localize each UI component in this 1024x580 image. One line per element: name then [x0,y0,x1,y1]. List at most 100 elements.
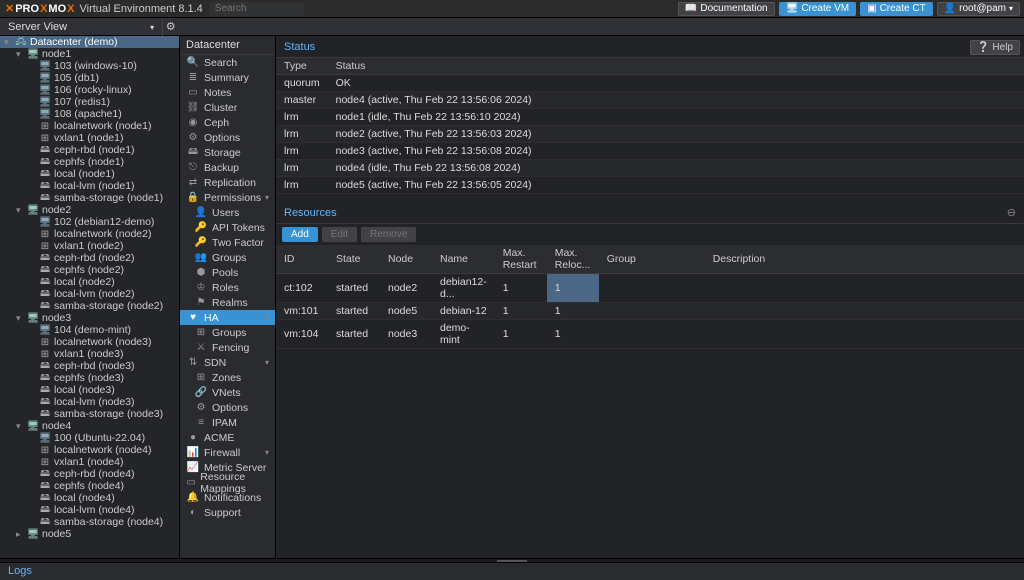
view-settings-button[interactable]: ⚙ [162,18,178,36]
tree-item[interactable]: 🖴local (node4) [0,492,179,504]
tree-item[interactable]: ⊞vxlan1 (node1) [0,132,179,144]
menu-item-storage[interactable]: 🖴Storage [180,145,275,160]
tree-item[interactable]: 🖴cephfs (node1) [0,156,179,168]
tree-item[interactable]: 🖴local-lvm (node4) [0,504,179,516]
menu-item-resource-mappings[interactable]: ▭Resource Mappings [180,475,275,490]
tree-item[interactable]: ⊞vxlan1 (node3) [0,348,179,360]
tree-item[interactable]: 🖴ceph-rbd (node4) [0,468,179,480]
col-header[interactable]: State [328,245,380,274]
menu-item-roles[interactable]: ♔Roles [180,280,275,295]
tree-item[interactable]: 🖥108 (apache1) [0,108,179,120]
menu-item-fencing[interactable]: ⚔Fencing [180,340,275,355]
tree-item[interactable]: ▸🖥node5 [0,528,179,540]
tree-item[interactable]: 🖴cephfs (node4) [0,480,179,492]
tree-item[interactable]: ▾🖥node3 [0,312,179,324]
menu-item-support[interactable]: ◐Support [180,505,275,520]
table-row[interactable]: vm:104startednode3demo-mint11 [276,320,1024,349]
tree-item[interactable]: 🖥107 (redis1) [0,96,179,108]
menu-item-firewall[interactable]: 📊Firewall▾ [180,445,275,460]
tree-item[interactable]: 🖴samba-storage (node3) [0,408,179,420]
col-header[interactable]: Group [599,245,705,274]
tree-item[interactable]: ⊞localnetwork (node4) [0,444,179,456]
tree-item[interactable]: ▾🖥node4 [0,420,179,432]
tree-item[interactable]: 🖥102 (debian12-demo) [0,216,179,228]
tree-item[interactable]: 🖴ceph-rbd (node3) [0,360,179,372]
menu-item-realms[interactable]: ⚑Realms [180,295,275,310]
menu-item-groups[interactable]: ⊞Groups [180,325,275,340]
tree-item[interactable]: 🖴ceph-rbd (node2) [0,252,179,264]
create-ct-button[interactable]: ▣Create CT [860,2,933,16]
edit-button[interactable]: Edit [322,227,357,242]
menu-item-ha[interactable]: ♥HA▾ [180,310,275,325]
collapse-icon[interactable]: ⊖ [1007,206,1016,219]
tree-item[interactable]: 🖥100 (Ubuntu-22.04) [0,432,179,444]
col-header[interactable]: Node [380,245,432,274]
menu-item-summary[interactable]: ≣Summary [180,70,275,85]
tree-item[interactable]: 🖴local (node3) [0,384,179,396]
search-input[interactable] [209,2,304,16]
tree-item[interactable]: ▾🖧Datacenter (demo) [0,36,179,48]
remove-button[interactable]: Remove [361,227,416,242]
menu-item-api-tokens[interactable]: 🔑API Tokens [180,220,275,235]
menu-item-groups[interactable]: 👥Groups [180,250,275,265]
tree-item[interactable]: ⊞localnetwork (node3) [0,336,179,348]
menu-item-ipam[interactable]: ≡IPAM [180,415,275,430]
logs-bar[interactable]: Logs [0,562,1024,580]
create-vm-button[interactable]: 🖥Create VM [779,2,857,16]
tree-item[interactable]: ⊞vxlan1 (node2) [0,240,179,252]
resources-table[interactable]: IDStateNodeNameMax. RestartMax. Reloc...… [276,245,1024,349]
resource-tree[interactable]: ▾🖧Datacenter (demo)▾🖥node1🖥103 (windows-… [0,36,180,558]
tree-item[interactable]: 🖴cephfs (node3) [0,372,179,384]
menu-item-acme[interactable]: ●ACME [180,430,275,445]
tree-item[interactable]: 🖴samba-storage (node1) [0,192,179,204]
add-button[interactable]: Add [282,227,318,242]
menu-item-notes[interactable]: ▭Notes [180,85,275,100]
menu-item-vnets[interactable]: 🔗VNets [180,385,275,400]
tree-item[interactable]: ⊞localnetwork (node1) [0,120,179,132]
tree-item[interactable]: 🖥103 (windows-10) [0,60,179,72]
menu-item-zones[interactable]: ⊞Zones [180,370,275,385]
table-row[interactable]: vm:101startednode5debian-1211 [276,303,1024,320]
col-header[interactable]: Description [705,245,1024,274]
col-header[interactable]: Max. Reloc... [547,245,599,274]
menu-item-two-factor[interactable]: 🔑Two Factor [180,235,275,250]
help-button[interactable]: ❔ Help [970,40,1020,55]
documentation-button[interactable]: 📖Documentation [678,2,775,16]
menu-item-notifications[interactable]: 🔔Notifications [180,490,275,505]
menu-item-sdn[interactable]: ⇅SDN▾ [180,355,275,370]
tree-item[interactable]: ▾🖥node1 [0,48,179,60]
col-header[interactable]: Max. Restart [495,245,547,274]
tree-item[interactable]: 🖴local-lvm (node2) [0,288,179,300]
menu-item-users[interactable]: 👤Users [180,205,275,220]
tree-item[interactable]: ▾🖥node2 [0,204,179,216]
tree-item[interactable]: 🖴local (node1) [0,168,179,180]
menu-item-permissions[interactable]: 🔒Permissions▾ [180,190,275,205]
menu-item-pools[interactable]: ⬢Pools [180,265,275,280]
tree-item[interactable]: 🖴ceph-rbd (node1) [0,144,179,156]
col-header[interactable]: ID [276,245,328,274]
tree-item[interactable]: 🖥104 (demo-mint) [0,324,179,336]
tree-item[interactable]: 🖴local (node2) [0,276,179,288]
col-header[interactable]: Name [432,245,495,274]
user-menu-button[interactable]: 👤root@pam ▾ [937,2,1020,16]
config-menu[interactable]: Datacenter 🔍Search≣Summary▭Notes⛓Cluster… [180,36,276,558]
tree-item[interactable]: 🖴samba-storage (node4) [0,516,179,528]
tree-item[interactable]: 🖥106 (rocky-linux) [0,84,179,96]
menu-item-ceph[interactable]: ◉Ceph [180,115,275,130]
tree-item[interactable]: 🖴local-lvm (node3) [0,396,179,408]
tree-item[interactable]: ⊞vxlan1 (node4) [0,456,179,468]
tree-item[interactable]: 🖴local-lvm (node1) [0,180,179,192]
menu-item-replication[interactable]: ⇄Replication [180,175,275,190]
tree-item[interactable]: 🖴samba-storage (node2) [0,300,179,312]
tree-item[interactable]: 🖴cephfs (node2) [0,264,179,276]
table-row[interactable]: ct:102startednode2debian12-d...11 [276,274,1024,303]
menu-item-cluster[interactable]: ⛓Cluster [180,100,275,115]
menu-item-options[interactable]: ⚙Options [180,130,275,145]
menu-item-options[interactable]: ⚙Options [180,400,275,415]
server-view-dropdown[interactable]: Server View ▾ [0,19,162,35]
chevron-down-icon: ▾ [1009,4,1013,13]
menu-item-search[interactable]: 🔍Search [180,55,275,70]
tree-item[interactable]: ⊞localnetwork (node2) [0,228,179,240]
tree-item[interactable]: 🖥105 (db1) [0,72,179,84]
menu-item-backup[interactable]: ⎋Backup [180,160,275,175]
